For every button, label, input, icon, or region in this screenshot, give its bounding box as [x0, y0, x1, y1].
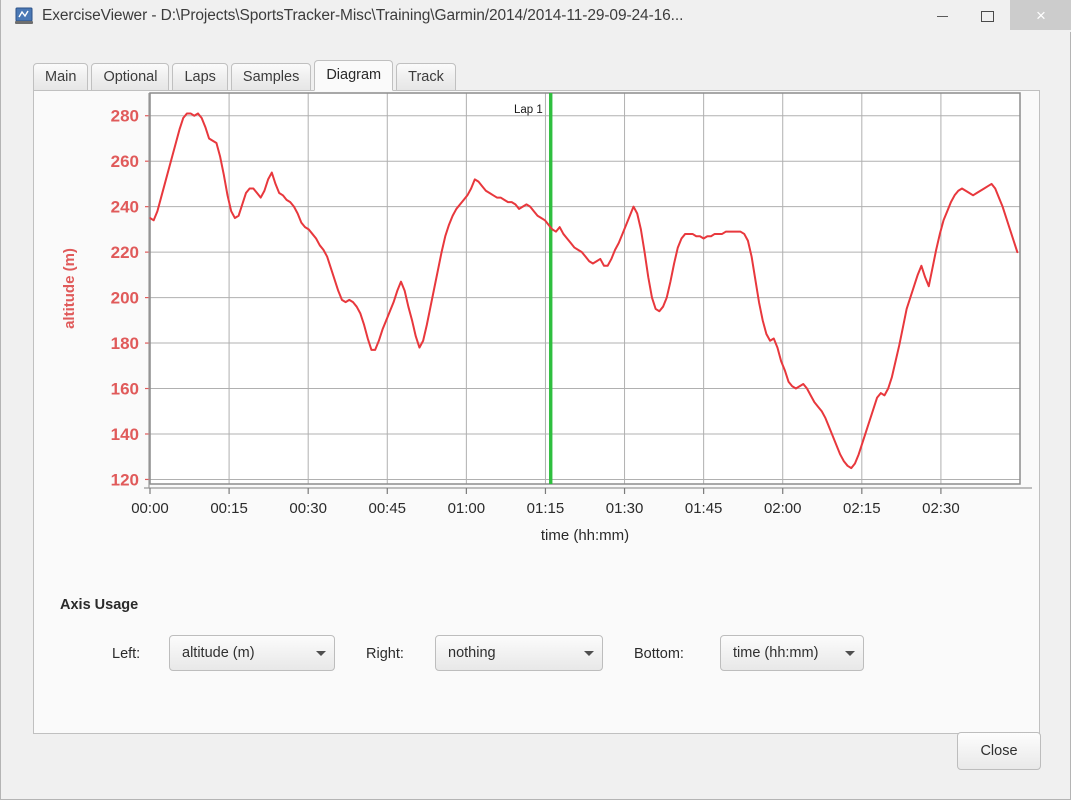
tab-label: Track [408, 69, 444, 85]
y-tick-label: 160 [111, 380, 139, 399]
close-button-label: Close [980, 743, 1018, 759]
maximize-icon [981, 10, 994, 22]
altitude-chart[interactable]: Lap 1 120 140 160 180 200 220 240 260 280 altitude… [34, 91, 1041, 551]
bottom-axis-value: time (hh:mm) [733, 645, 819, 661]
axis-usage-controls: Left: altitude (m) Right: nothing Bottom… [34, 635, 1041, 675]
axis-usage-title: Axis Usage [60, 597, 139, 613]
tab-laps[interactable]: Laps [172, 63, 228, 91]
right-axis-value: nothing [448, 645, 496, 661]
x-tick-label: 01:30 [606, 500, 644, 517]
x-tick-label: 02:30 [922, 500, 960, 517]
x-tick-label: 00:15 [210, 500, 248, 517]
bottom-axis-label: Bottom: [634, 646, 684, 662]
x-tick-label: 00:30 [289, 500, 327, 517]
minimize-icon [937, 15, 948, 17]
plot-background [150, 93, 1020, 484]
exercise-viewer-window: ExerciseViewer - D:\Projects\SportsTrack… [0, 0, 1071, 800]
right-axis-label: Right: [366, 646, 404, 662]
tab-label: Samples [242, 69, 300, 85]
x-tick-label: 00:45 [368, 500, 406, 517]
minimize-button[interactable] [920, 1, 965, 31]
maximize-button[interactable] [965, 1, 1010, 31]
tab-label: Optional [103, 69, 158, 85]
x-tick-label: 02:00 [764, 500, 802, 517]
x-tick-label: 02:15 [843, 500, 881, 517]
y-tick-label: 120 [111, 470, 139, 489]
tab-strip: Main Optional Laps Samples Diagram Track [33, 60, 459, 91]
x-tick-label: 01:00 [448, 500, 486, 517]
y-axis-title: altitude (m) [61, 248, 78, 329]
title-bar: ExerciseViewer - D:\Projects\SportsTrack… [1, 0, 1071, 32]
left-axis-value: altitude (m) [182, 645, 255, 661]
y-tick-label: 200 [111, 289, 139, 308]
axis-usage-section: Axis Usage Left: altitude (m) Right: not… [34, 571, 1041, 711]
x-tick-label: 01:45 [685, 500, 723, 517]
left-axis-select[interactable]: altitude (m) [169, 635, 335, 671]
close-button[interactable]: Close [957, 732, 1041, 770]
tab-label: Main [45, 69, 77, 85]
altitude-chart-svg: Lap 1 120 140 160 180 200 220 240 260 280 altitude… [61, 92, 1032, 544]
chevron-down-icon [837, 650, 863, 656]
chevron-down-icon [308, 650, 334, 656]
lap-marker-1-label: Lap 1 [514, 104, 543, 116]
y-tick-label: 140 [111, 425, 139, 444]
x-tick-label: 01:15 [527, 500, 565, 517]
close-icon: × [1036, 5, 1046, 25]
y-tick-label: 280 [111, 107, 139, 126]
y-tick-label: 240 [111, 198, 139, 217]
y-tick-label: 220 [111, 243, 139, 262]
diagram-tab-panel: Lap 1 120 140 160 180 200 220 240 260 280 altitude… [33, 90, 1040, 734]
tab-main[interactable]: Main [33, 63, 89, 91]
right-axis-select[interactable]: nothing [435, 635, 603, 671]
y-tick-label: 260 [111, 152, 139, 171]
tab-diagram[interactable]: Diagram [314, 60, 394, 91]
y-tick-label: 180 [111, 334, 139, 353]
window-content: Main Optional Laps Samples Diagram Track Lap … [13, 44, 1059, 734]
chevron-down-icon [576, 650, 602, 656]
tab-track[interactable]: Track [396, 63, 456, 91]
window-title: ExerciseViewer - D:\Projects\SportsTrack… [42, 7, 684, 24]
app-icon [15, 7, 33, 25]
tab-label: Diagram [326, 67, 382, 83]
tab-samples[interactable]: Samples [230, 63, 312, 91]
tab-optional[interactable]: Optional [91, 63, 170, 91]
x-axis-title: time (hh:mm) [541, 527, 629, 544]
left-axis-label: Left: [112, 646, 141, 662]
tab-label: Laps [184, 69, 216, 85]
close-window-button[interactable]: × [1010, 0, 1071, 30]
x-tick-label: 00:00 [131, 500, 169, 517]
bottom-axis-select[interactable]: time (hh:mm) [720, 635, 864, 671]
